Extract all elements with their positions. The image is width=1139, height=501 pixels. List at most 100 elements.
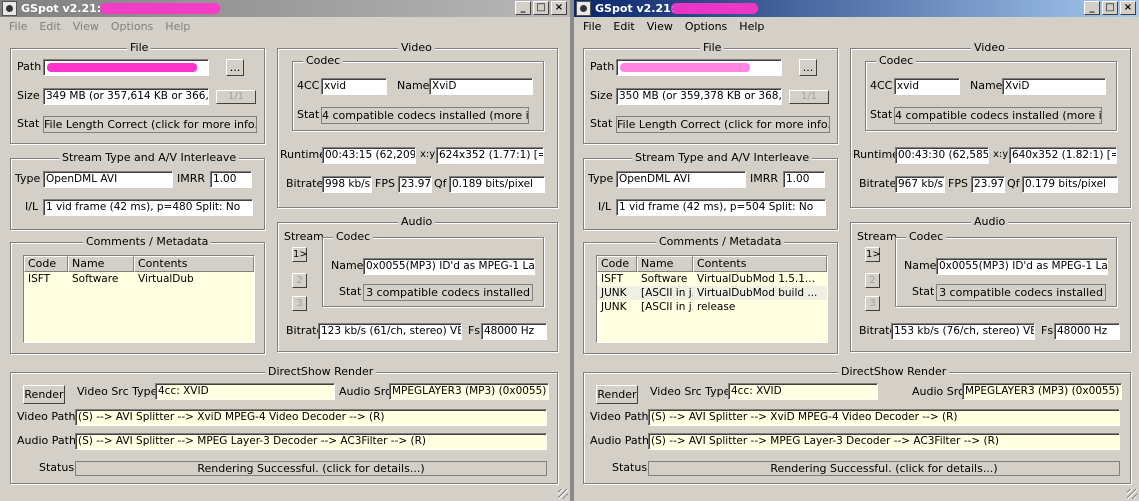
runtime-field[interactable]: 00:43:15 (62,209 fr [322, 147, 416, 164]
fourcc-field[interactable]: xvid [894, 78, 960, 95]
video-bitrate-label: Bitrate [286, 177, 324, 190]
xy-field[interactable]: 624x352 (1.77:1) [=39 [436, 147, 544, 164]
imrr-field[interactable]: 1.00 [783, 171, 825, 188]
video-codec-group: Codec 4CC xvid Name XviD Stat 4 compatib… [292, 54, 544, 131]
col-contents[interactable]: Contents [693, 256, 827, 272]
audio-path-field[interactable]: (S) --> AVI Splitter --> MPEG Layer-3 De… [648, 433, 1120, 450]
row-contents: VirtualDubMod 1.5.1... [697, 273, 815, 285]
video-bitrate-field[interactable]: 967 kb/s [895, 176, 945, 193]
audio-codec-stat-button[interactable]: 3 compatible codecs installed [936, 284, 1106, 301]
render-button[interactable]: Render [596, 385, 638, 404]
fps-field[interactable]: 23.976 [398, 176, 432, 193]
render-button[interactable]: Render [23, 385, 65, 404]
comments-list[interactable]: Code Name Contents ISFT Software Virtual… [23, 255, 255, 343]
path-field[interactable] [43, 59, 209, 76]
runtime-field[interactable]: 00:43:30 (62,585 fr [895, 147, 989, 164]
title-bar[interactable]: GSpot v2.21: _ □ × [0, 0, 570, 17]
audio-stream-3-button[interactable]: 3 [292, 296, 307, 311]
resize-grip-icon[interactable] [558, 489, 568, 499]
comments-list[interactable]: Code Name Contents ISFT Software Virtual… [596, 255, 828, 343]
qf-field[interactable]: 0.179 bits/pixel [1022, 176, 1118, 193]
audio-name-label: Name [331, 259, 364, 272]
menu-edit[interactable]: Edit [607, 17, 640, 37]
video-src-field[interactable]: 4cc: XVID [155, 383, 335, 400]
audio-stream-1-button[interactable]: 1> [292, 247, 308, 262]
resize-grip-icon[interactable] [1127, 489, 1137, 499]
menu-file[interactable]: File [3, 17, 33, 37]
audio-codec-stat-button[interactable]: 3 compatible codecs installed [363, 284, 533, 301]
il-field[interactable]: 1 vid frame (42 ms), p=480 Split: No [43, 199, 253, 216]
audio-bitrate-field[interactable]: 153 kb/s (76/ch, stereo) VBR [891, 323, 1035, 340]
type-field[interactable]: OpenDML AVI [616, 171, 746, 188]
minimize-icon[interactable]: _ [1084, 1, 1100, 15]
menu-edit[interactable]: Edit [33, 17, 66, 37]
size-field[interactable]: 349 MB (or 357,614 KB or 366,196, [43, 88, 209, 105]
menu-options[interactable]: Options [105, 17, 159, 37]
menu-help[interactable]: Help [159, 17, 196, 37]
maximize-icon[interactable]: □ [1102, 1, 1118, 15]
part-button[interactable]: 1/1 [216, 90, 256, 104]
list-item[interactable]: ISFT Software VirtualDubMod 1.5.1... [597, 272, 827, 286]
audio-stream-2-button[interactable]: 2 [865, 273, 880, 288]
file-stat-button[interactable]: File Length Correct (click for more info… [616, 116, 830, 133]
col-code[interactable]: Code [597, 256, 637, 272]
audio-path-label: Audio Path [17, 434, 76, 447]
audio-src-field[interactable]: MPEGLAYER3 (MP3) (0x0055) [962, 383, 1122, 400]
video-bitrate-field[interactable]: 998 kb/s [322, 176, 372, 193]
qf-field[interactable]: 0.189 bits/pixel [449, 176, 545, 193]
audio-src-field[interactable]: MPEGLAYER3 (MP3) (0x0055) [389, 383, 549, 400]
title-bar[interactable]: GSpot v2.21: _ □ × [574, 0, 1139, 17]
browse-button[interactable]: ... [799, 59, 817, 76]
fps-field[interactable]: 23.976 [971, 176, 1005, 193]
menu-file[interactable]: File [577, 17, 607, 37]
video-path-field[interactable]: (S) --> AVI Splitter --> XviD MPEG-4 Vid… [648, 409, 1120, 426]
maximize-icon[interactable]: □ [533, 1, 549, 15]
close-icon[interactable]: × [551, 1, 567, 15]
list-item[interactable]: JUNK [ASCII in j... VirtualDubMod build … [597, 286, 827, 300]
audio-name-label: Name [904, 259, 937, 272]
imrr-field[interactable]: 1.00 [210, 171, 252, 188]
fs-field[interactable]: 48000 Hz [481, 323, 547, 340]
video-codec-stat-button[interactable]: 4 compatible codecs installed (more info… [321, 107, 529, 124]
video-codec-stat-button[interactable]: 4 compatible codecs installed (more info… [894, 107, 1102, 124]
minimize-icon[interactable]: _ [515, 1, 531, 15]
audio-bitrate-field[interactable]: 123 kb/s (61/ch, stereo) VBR [318, 323, 462, 340]
menu-bar: File Edit View Options Help [574, 17, 1139, 37]
list-item[interactable]: JUNK [ASCII in j... release [597, 300, 827, 314]
audio-stream-1-button[interactable]: 1> [865, 247, 881, 262]
audio-path-field[interactable]: (S) --> AVI Splitter --> MPEG Layer-3 De… [75, 433, 547, 450]
fourcc-field[interactable]: xvid [321, 78, 387, 95]
audio-codec-label: Codec [906, 230, 947, 243]
browse-button[interactable]: ... [226, 59, 244, 76]
path-field[interactable] [616, 59, 782, 76]
col-name[interactable]: Name [637, 256, 693, 272]
menu-help[interactable]: Help [733, 17, 770, 37]
audio-stream-2-button[interactable]: 2 [292, 273, 307, 288]
menu-view[interactable]: View [641, 17, 679, 37]
size-field[interactable]: 350 MB (or 359,378 KB or 368,003, [616, 88, 782, 105]
file-stat-button[interactable]: File Length Correct (click for more info… [43, 116, 257, 133]
audio-stream-3-button[interactable]: 3 [865, 296, 880, 311]
codec-name-field[interactable]: XviD [1002, 78, 1106, 95]
col-code[interactable]: Code [24, 256, 68, 272]
xy-field[interactable]: 640x352 (1.82:1) [=20 [1009, 147, 1117, 164]
render-status-button[interactable]: Rendering Successful. (click for details… [648, 461, 1120, 476]
list-item[interactable]: ISFT Software VirtualDub [24, 272, 254, 286]
col-name[interactable]: Name [68, 256, 134, 272]
close-icon[interactable]: × [1120, 1, 1136, 15]
audio-group: Audio Stream 1> 2 3 Codec Name 0x0055(MP… [277, 215, 558, 352]
menu-options[interactable]: Options [679, 17, 733, 37]
video-path-field[interactable]: (S) --> AVI Splitter --> XviD MPEG-4 Vid… [75, 409, 547, 426]
audio-name-field[interactable]: 0x0055(MP3) ID'd as MPEG-1 Laye [363, 258, 535, 275]
il-field[interactable]: 1 vid frame (42 ms), p=504 Split: No [616, 199, 826, 216]
redacted-filename [100, 3, 220, 14]
col-contents[interactable]: Contents [134, 256, 254, 272]
render-status-button[interactable]: Rendering Successful. (click for details… [75, 461, 547, 476]
video-src-field[interactable]: 4cc: XVID [728, 383, 878, 400]
audio-name-field[interactable]: 0x0055(MP3) ID'd as MPEG-1 Laye [936, 258, 1108, 275]
part-button[interactable]: 1/1 [789, 90, 829, 104]
fs-field[interactable]: 48000 Hz [1054, 323, 1120, 340]
codec-name-field[interactable]: XviD [429, 78, 533, 95]
type-field[interactable]: OpenDML AVI [43, 171, 173, 188]
menu-view[interactable]: View [67, 17, 105, 37]
